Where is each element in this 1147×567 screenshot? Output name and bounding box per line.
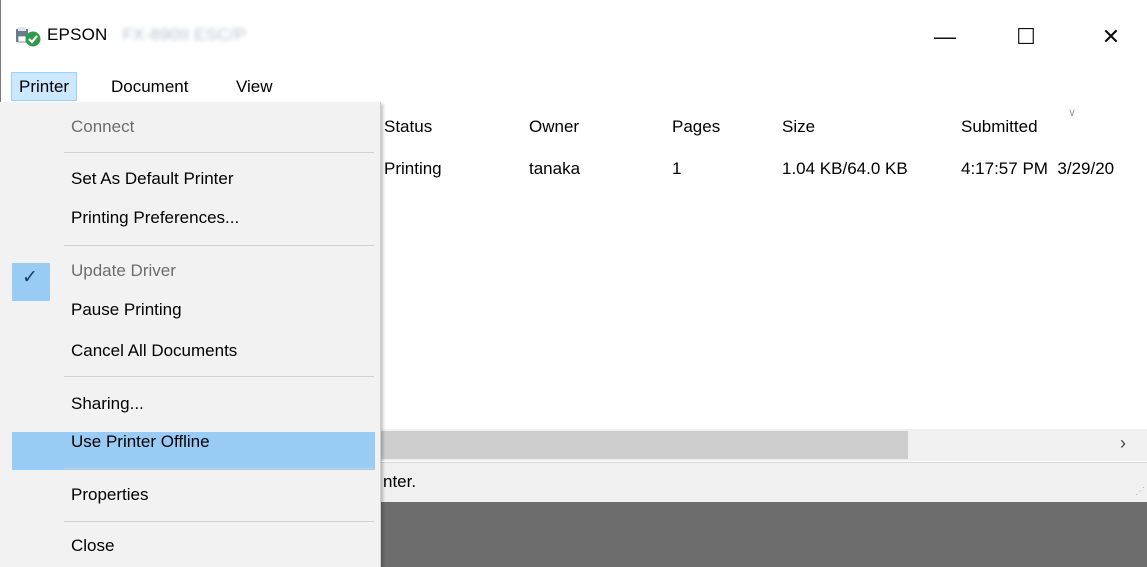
scrollbar-thumb[interactable]	[376, 431, 908, 459]
job-status[interactable]: Printing	[384, 159, 442, 179]
menu-printer[interactable]: Printer	[11, 72, 78, 101]
menu-item-pause-printing[interactable]: Pause Printing	[71, 300, 182, 320]
maximize-button[interactable]: ☐	[996, 12, 1056, 62]
job-pages[interactable]: 1	[672, 159, 681, 179]
menu-item-printing-preferences[interactable]: Printing Preferences...	[71, 208, 239, 228]
menu-item-set-default[interactable]: Set As Default Printer	[71, 169, 234, 189]
scroll-right-icon[interactable]: ›	[1120, 433, 1126, 454]
printer-status-icon	[15, 26, 41, 48]
column-header-submitted[interactable]: Submitted	[961, 117, 1038, 137]
checkmark-icon: ✓	[22, 267, 38, 288]
sort-descending-icon: ∨	[1068, 107, 1077, 119]
column-header-status[interactable]: Status	[384, 117, 432, 137]
menu-separator	[64, 245, 374, 246]
job-submitted[interactable]: 4:17:57 PM 3/29/20	[961, 159, 1114, 179]
column-header-pages[interactable]: Pages	[672, 117, 720, 137]
menu-separator	[64, 468, 374, 469]
menu-item-update-driver: Update Driver	[71, 261, 176, 280]
menu-item-sharing[interactable]: Sharing...	[71, 394, 144, 414]
minimize-button[interactable]: —	[915, 12, 975, 62]
window-title: EPSON FX-890II ESC/P	[47, 25, 246, 45]
menu-document[interactable]: Document	[104, 72, 195, 101]
menu-item-connect: Connect	[71, 117, 135, 136]
title-model-redacted: FX-890II ESC/P	[122, 25, 247, 44]
column-header-size[interactable]: Size	[782, 117, 815, 137]
menu-view[interactable]: View	[229, 72, 280, 101]
menu-separator	[64, 521, 374, 522]
resize-grip-icon[interactable]: ⋰	[1135, 486, 1145, 497]
menu-item-use-printer-offline[interactable]: Use Printer Offline	[71, 432, 210, 452]
job-owner[interactable]: tanaka	[529, 159, 580, 179]
horizontal-scrollbar[interactable]: ›	[376, 429, 1147, 461]
menu-item-properties[interactable]: Properties	[71, 485, 148, 505]
menu-item-close[interactable]: Close	[71, 536, 114, 556]
close-button[interactable]: ✕	[1081, 12, 1141, 62]
status-bar: nter. ⋰	[376, 462, 1147, 502]
printer-menu-dropdown: ✓ Connect Set As Default Printer Printin…	[0, 102, 381, 567]
job-list	[376, 102, 1147, 432]
column-header-owner[interactable]: Owner	[529, 117, 579, 137]
title-bar: EPSON FX-890II ESC/P — ☐ ✕	[1, 0, 1147, 70]
menu-item-cancel-all-documents[interactable]: Cancel All Documents	[71, 341, 237, 361]
status-text: nter.	[383, 472, 417, 491]
menu-separator	[64, 376, 374, 377]
job-size[interactable]: 1.04 KB/64.0 KB	[782, 159, 908, 179]
menu-separator	[64, 152, 374, 153]
title-brand: EPSON	[47, 25, 108, 44]
